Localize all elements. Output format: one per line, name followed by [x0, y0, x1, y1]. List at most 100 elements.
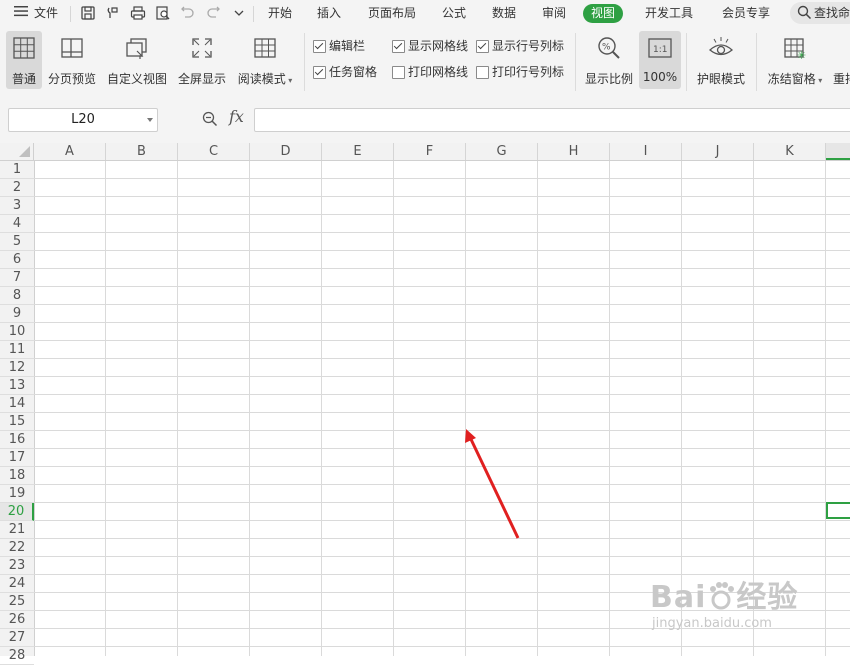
chevron-down-icon[interactable] — [231, 5, 247, 21]
row-header[interactable]: 14 — [0, 395, 34, 413]
select-all-corner[interactable] — [0, 143, 34, 160]
actual-size-icon: 1:1 — [647, 35, 673, 61]
search-label: 查找命 — [814, 6, 850, 20]
name-box[interactable]: L20 — [8, 108, 158, 132]
insert-function-icon[interactable]: fx — [229, 107, 244, 126]
column-header[interactable]: F — [394, 143, 466, 160]
row-header[interactable]: 19 — [0, 485, 34, 503]
row-header[interactable]: 10 — [0, 323, 34, 341]
reading-mode-icon — [252, 35, 278, 61]
tab-data[interactable]: 数据 — [492, 0, 516, 27]
zoom-search-icon[interactable] — [202, 111, 218, 130]
row-header[interactable]: 2 — [0, 179, 34, 197]
row-header[interactable]: 26 — [0, 611, 34, 629]
tab-member[interactable]: 会员专享 — [722, 0, 770, 27]
column-header[interactable]: J — [682, 143, 754, 160]
row-header[interactable]: 21 — [0, 521, 34, 539]
tab-home[interactable]: 开始 — [268, 0, 292, 27]
zoom-button[interactable]: % 显示比例 — [583, 31, 635, 89]
row-header[interactable]: 23 — [0, 557, 34, 575]
row-header[interactable]: 7 — [0, 269, 34, 287]
row-header[interactable]: 11 — [0, 341, 34, 359]
freeze-panes-button[interactable]: ✳ 冻结窗格 ▾ — [764, 31, 826, 89]
tab-view[interactable]: 视图 — [583, 4, 624, 23]
normal-view-button[interactable]: 普通 — [6, 31, 42, 89]
row-header[interactable]: 8 — [0, 287, 34, 305]
zoom-100-button[interactable]: 1:1 100% — [639, 31, 681, 89]
row-header[interactable]: 16 — [0, 431, 34, 449]
save-icon[interactable] — [80, 5, 96, 21]
reading-mode-button[interactable]: 阅读模式 ▾ — [235, 31, 295, 89]
row-header[interactable]: 3 — [0, 197, 34, 215]
row-header[interactable]: 6 — [0, 251, 34, 269]
row-header[interactable]: 27 — [0, 629, 34, 647]
column-header[interactable]: I — [610, 143, 682, 160]
svg-text:%: % — [602, 43, 611, 53]
checkbox-print-headers-box[interactable] — [476, 66, 489, 79]
column-header[interactable]: D — [250, 143, 322, 160]
column-header[interactable]: C — [178, 143, 250, 160]
zoom-label: 显示比例 — [584, 72, 633, 86]
page-break-preview-button[interactable]: 分页预览 — [46, 31, 98, 89]
tab-developer[interactable]: 开发工具 — [645, 0, 693, 27]
dropdown-caret-icon: ▾ — [815, 76, 823, 85]
checkbox-edit-bar-box[interactable] — [313, 40, 326, 53]
search-icon — [797, 5, 812, 23]
custom-view-button[interactable]: 自定义视图 — [105, 31, 169, 89]
redo-icon[interactable] — [205, 5, 221, 21]
rearrange-button[interactable]: 重排 — [833, 31, 850, 89]
undo-icon[interactable] — [180, 5, 196, 21]
row-header[interactable]: 15 — [0, 413, 34, 431]
custom-view-label: 自定义视图 — [106, 72, 167, 86]
eye-protection-label: 护眼模式 — [696, 72, 745, 86]
checkbox-task-pane-box[interactable] — [313, 66, 326, 79]
row-header-selected[interactable]: 20 — [0, 503, 34, 521]
normal-view-icon — [11, 35, 37, 61]
selected-cell-l20[interactable] — [826, 502, 850, 519]
row-header[interactable]: 25 — [0, 593, 34, 611]
print-icon[interactable] — [130, 5, 146, 21]
column-header[interactable]: K — [754, 143, 826, 160]
column-header[interactable]: G — [466, 143, 538, 160]
print-preview-icon[interactable] — [155, 5, 171, 21]
column-header[interactable]: B — [106, 143, 178, 160]
normal-view-label: 普通 — [11, 72, 36, 86]
row-header-bar: 1 2 3 4 5 6 7 8 9 10 11 12 13 14 15 16 17 18 19 20 21 22 23 24 2… — [0, 161, 35, 665]
checkbox-print-gridlines-box[interactable] — [392, 66, 405, 79]
full-screen-button[interactable]: 全屏显示 — [176, 31, 228, 89]
checkbox-show-headers-box[interactable] — [476, 40, 489, 53]
row-header[interactable]: 13 — [0, 377, 34, 395]
tab-insert[interactable]: 插入 — [317, 0, 341, 27]
row-header[interactable]: 24 — [0, 575, 34, 593]
row-header[interactable]: 1 — [0, 161, 34, 179]
formula-input[interactable] — [254, 108, 850, 132]
file-menu-label: 文件 — [34, 6, 59, 20]
tab-review[interactable]: 审阅 — [542, 0, 566, 27]
row-header[interactable]: 22 — [0, 539, 34, 557]
checkbox-show-gridlines-box[interactable] — [392, 40, 405, 53]
tab-formulas[interactable]: 公式 — [442, 0, 466, 27]
chevron-down-icon[interactable] — [147, 118, 153, 122]
zoom-100-label: 100% — [642, 70, 678, 84]
tab-page-layout[interactable]: 页面布局 — [368, 0, 416, 27]
cell-grid[interactable] — [34, 161, 850, 656]
full-screen-icon — [189, 35, 215, 61]
column-header[interactable]: E — [322, 143, 394, 160]
search-command-box[interactable]: 查找命 — [790, 2, 850, 24]
row-header[interactable]: 5 — [0, 233, 34, 251]
file-menu-button[interactable]: 文件 — [14, 0, 58, 27]
column-header-selected[interactable] — [826, 143, 850, 160]
row-header[interactable]: 18 — [0, 467, 34, 485]
row-header[interactable]: 12 — [0, 359, 34, 377]
row-header[interactable]: 28 — [0, 647, 34, 665]
page-break-label: 分页预览 — [47, 72, 96, 86]
format-painter-icon[interactable] — [105, 5, 121, 21]
divider — [304, 33, 305, 91]
row-header[interactable]: 17 — [0, 449, 34, 467]
name-box-value: L20 — [71, 112, 95, 127]
column-header[interactable]: H — [538, 143, 610, 160]
row-header[interactable]: 4 — [0, 215, 34, 233]
row-header[interactable]: 9 — [0, 305, 34, 323]
eye-protection-button[interactable]: 护眼模式 — [693, 31, 749, 89]
column-header[interactable]: A — [34, 143, 106, 160]
